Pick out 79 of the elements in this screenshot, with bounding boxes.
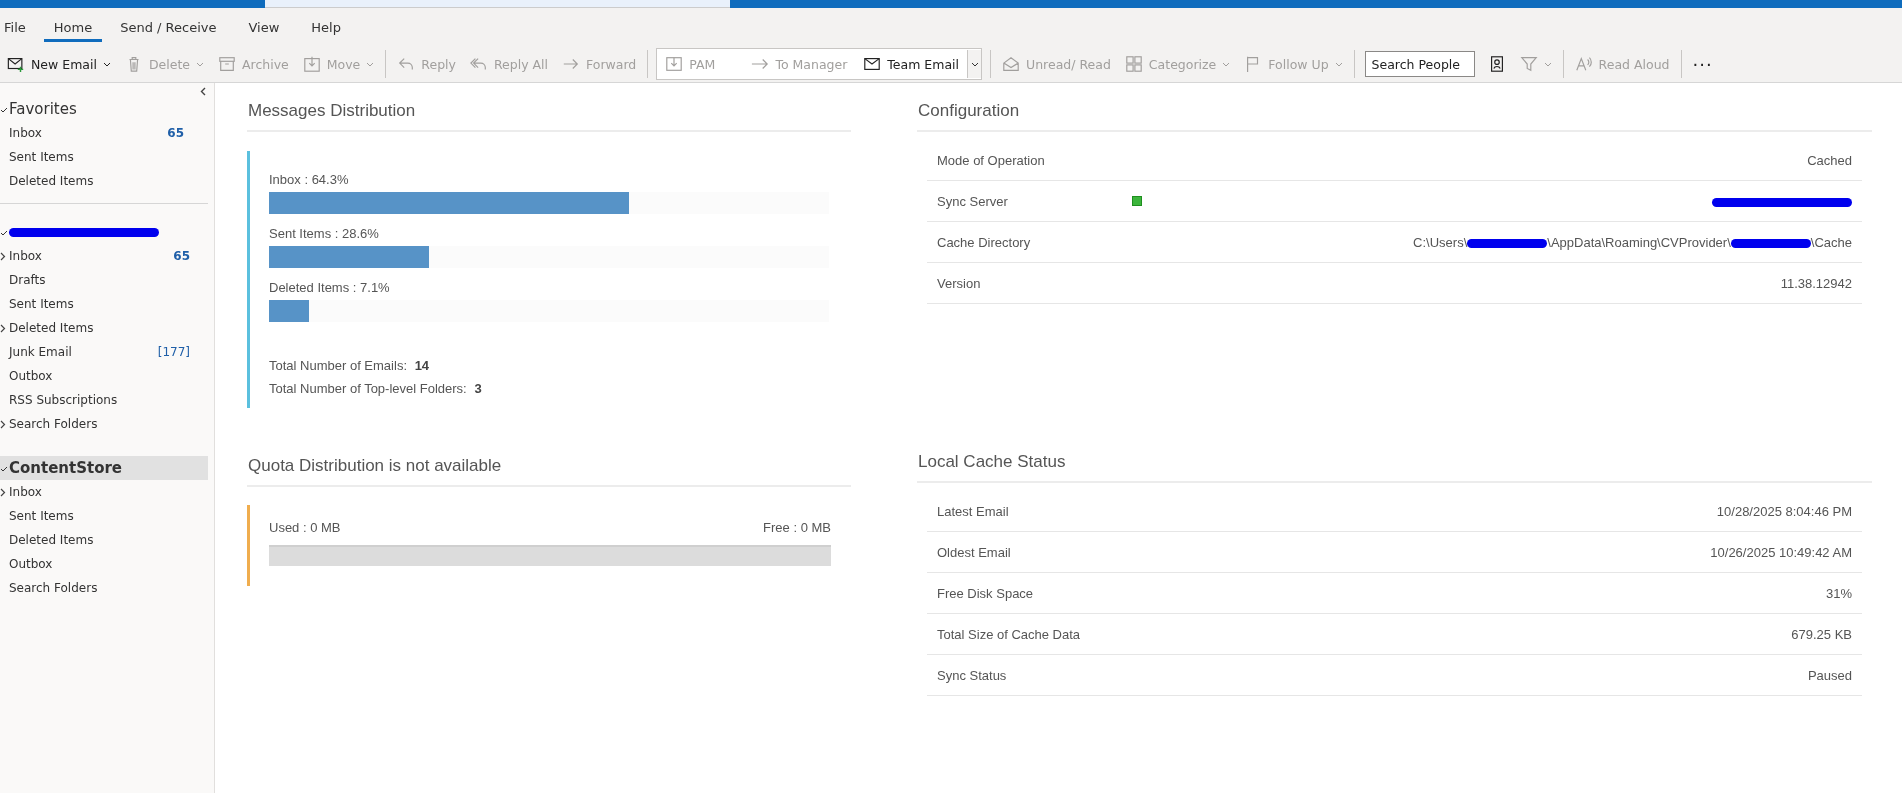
field-value: 31% <box>1396 572 1862 614</box>
folder-item[interactable]: Inbox <box>0 480 208 504</box>
folder-item[interactable]: Search Folders <box>0 576 208 600</box>
folder-item[interactable]: Outbox <box>0 364 208 388</box>
field-value: Paused <box>1396 654 1862 696</box>
caret-icon <box>366 61 375 67</box>
free-label: Free : 0 MB <box>763 520 831 535</box>
field-label: Cache Directory <box>927 221 1122 263</box>
bar-label: Deleted Items : 7.1% <box>269 280 391 295</box>
expand-chevron-icon[interactable] <box>0 419 6 429</box>
more-button[interactable]: ··· <box>1685 49 1720 79</box>
toolbar-button[interactable]: New Email <box>0 49 118 79</box>
check-icon <box>0 465 8 472</box>
folder-item[interactable]: Junk Email [177] <box>0 340 208 364</box>
ribbon-tab[interactable]: Help <box>297 16 355 42</box>
folder-item[interactable]: Inbox 65 <box>0 121 202 145</box>
grid-icon <box>1124 55 1143 73</box>
caret-icon <box>196 61 204 67</box>
collapse-chevron-icon[interactable] <box>200 87 206 96</box>
bar-label: Inbox : 64.3% <box>269 172 350 187</box>
field-label: Sync Status <box>927 654 1397 696</box>
envelope-icon <box>863 55 882 73</box>
folder-item[interactable]: Inbox 65 <box>0 244 208 268</box>
search-people-field[interactable]: Search People <box>1364 51 1475 77</box>
caret-icon <box>970 61 979 67</box>
folder-item[interactable]: Deleted Items <box>0 528 208 552</box>
archive-box-icon <box>218 55 236 73</box>
account-header[interactable]: ContentStore <box>0 456 208 480</box>
field-label: Sync Server <box>927 180 1122 222</box>
ribbon-tab[interactable]: Home <box>43 16 103 42</box>
used-label: Used : 0 MB <box>269 520 341 535</box>
folder-item[interactable]: Drafts <box>0 268 208 292</box>
expand-chevron-icon[interactable] <box>0 323 6 333</box>
field-label: Version <box>927 262 1122 304</box>
section-title: Local Cache Status <box>917 444 1872 483</box>
folder-item[interactable]: Sent Items <box>0 292 208 316</box>
folder-item[interactable]: Search Folders <box>0 412 208 436</box>
caret-icon <box>1543 61 1552 67</box>
folder-item[interactable]: Outbox <box>0 552 208 576</box>
section-title: Quota Distribution is not available <box>247 448 851 487</box>
caret-icon <box>1334 61 1343 67</box>
caret-icon <box>1222 61 1231 67</box>
folder-item[interactable]: Sent Items <box>0 504 208 528</box>
field-label: Total Size of Cache Data <box>927 613 1397 655</box>
quick-step-button[interactable]: Team Email <box>855 50 968 78</box>
filter-icon <box>1519 55 1538 73</box>
ribbon-tab[interactable]: Send / Receive <box>106 16 231 42</box>
check-icon <box>0 106 8 113</box>
field-value: 679.25 KB <box>1396 613 1862 655</box>
expand-chevron-icon[interactable] <box>0 251 6 261</box>
folder-item[interactable]: Deleted Items <box>0 316 208 340</box>
folder-item[interactable]: Deleted Items <box>0 169 202 193</box>
open-envelope-icon <box>1002 55 1021 73</box>
section-title: Messages Distribution <box>247 93 851 132</box>
field-label: Oldest Email <box>927 531 1397 573</box>
field-value: 10/26/2025 10:49:42 AM <box>1396 531 1862 573</box>
field-value: \AppData\Roaming\CVProvider\ <box>1547 234 1731 250</box>
field-value: 11.38.12942 <box>1780 275 1852 291</box>
account-header[interactable]: Favorites <box>0 97 202 121</box>
field-label: Free Disk Space <box>927 572 1397 614</box>
ribbon-tab[interactable]: View <box>234 16 294 42</box>
check-icon <box>0 229 8 236</box>
total-text: Total Number of Emails: 14 <box>269 358 431 373</box>
field-value: Cached <box>1807 152 1852 168</box>
total-text: Total Number of Top-level Folders: 3 <box>269 381 483 396</box>
envelope-plus-icon <box>7 55 25 73</box>
speaker-icon <box>1574 55 1593 73</box>
field-value: \Cache <box>1810 234 1852 250</box>
ribbon-tab[interactable]: File <box>0 16 40 42</box>
bar-label: Sent Items : 28.6% <box>269 226 380 241</box>
field-value: C:\Users\ <box>1413 234 1468 250</box>
section-title: Configuration <box>917 93 1872 132</box>
caret-icon <box>102 61 111 67</box>
expand-chevron-icon[interactable] <box>0 487 6 497</box>
field-label: Latest Email <box>927 491 1397 532</box>
field-value: 10/28/2025 8:04:46 PM <box>1396 491 1862 532</box>
folder-item[interactable]: Sent Items <box>0 145 202 169</box>
folder-item[interactable]: RSS Subscriptions <box>0 388 208 412</box>
field-label: Mode of Operation <box>927 140 1122 181</box>
